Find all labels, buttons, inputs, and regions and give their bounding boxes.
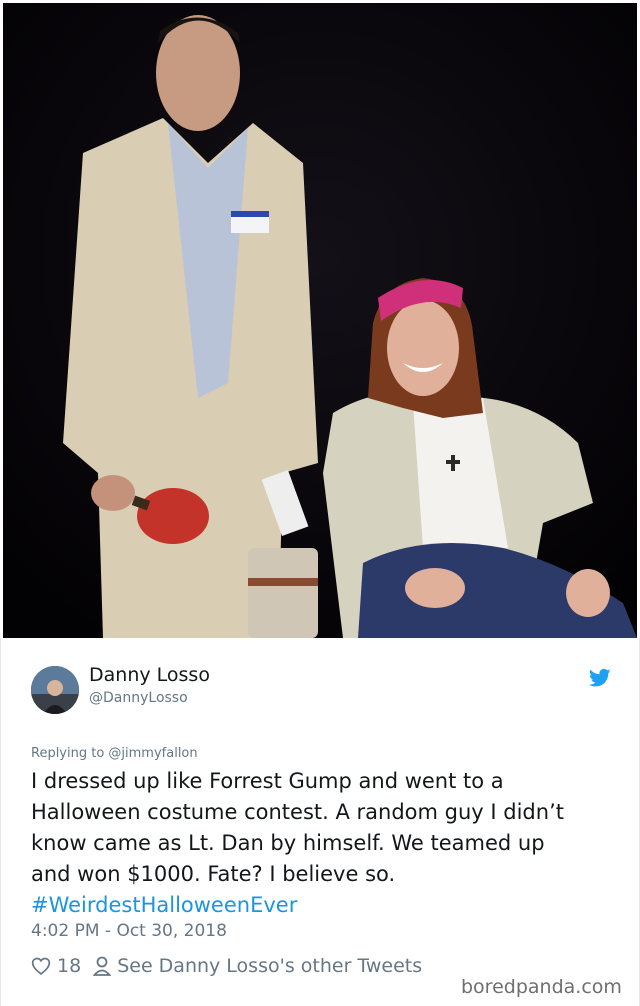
heart-icon[interactable] (31, 956, 51, 976)
hashtag-link[interactable]: #WeirdestHalloweenEver (31, 890, 591, 921)
replying-to[interactable]: Replying to @jimmyfallon (31, 746, 198, 761)
twitter-bird-icon[interactable] (589, 668, 611, 688)
tweet-card: Danny Losso @DannyLosso Replying to @jim… (0, 0, 640, 1006)
tweet-body: I dressed up like Forrest Gump and went … (31, 766, 591, 921)
tweet-line-1: I dressed up like Forrest Gump and went … (31, 769, 504, 793)
author-name[interactable]: Danny Losso (89, 664, 210, 686)
tweet-actions: 18 See Danny Losso's other Tweets (31, 955, 422, 977)
tweet-line-2: Halloween costume contest. A random guy … (31, 800, 564, 824)
tweet-timestamp[interactable]: 4:02 PM - Oct 30, 2018 (31, 921, 227, 941)
tweet-line-4: and won $1000. Fate? I believe so. (31, 862, 396, 886)
tweet-line-3: know came as Lt. Dan by himself. We team… (31, 831, 545, 855)
like-count[interactable]: 18 (57, 955, 81, 977)
avatar-image (31, 666, 79, 714)
see-other-tweets-link[interactable]: See Danny Losso's other Tweets (117, 955, 422, 977)
author-handle[interactable]: @DannyLosso (89, 690, 188, 706)
costume-photo[interactable] (3, 3, 637, 638)
boredpanda-watermark: boredpanda.com (461, 976, 622, 998)
tweet-section: Danny Losso @DannyLosso Replying to @jim… (0, 638, 640, 1006)
photo-illustration (3, 3, 637, 638)
person-icon (93, 956, 112, 976)
author-avatar[interactable] (31, 666, 79, 714)
